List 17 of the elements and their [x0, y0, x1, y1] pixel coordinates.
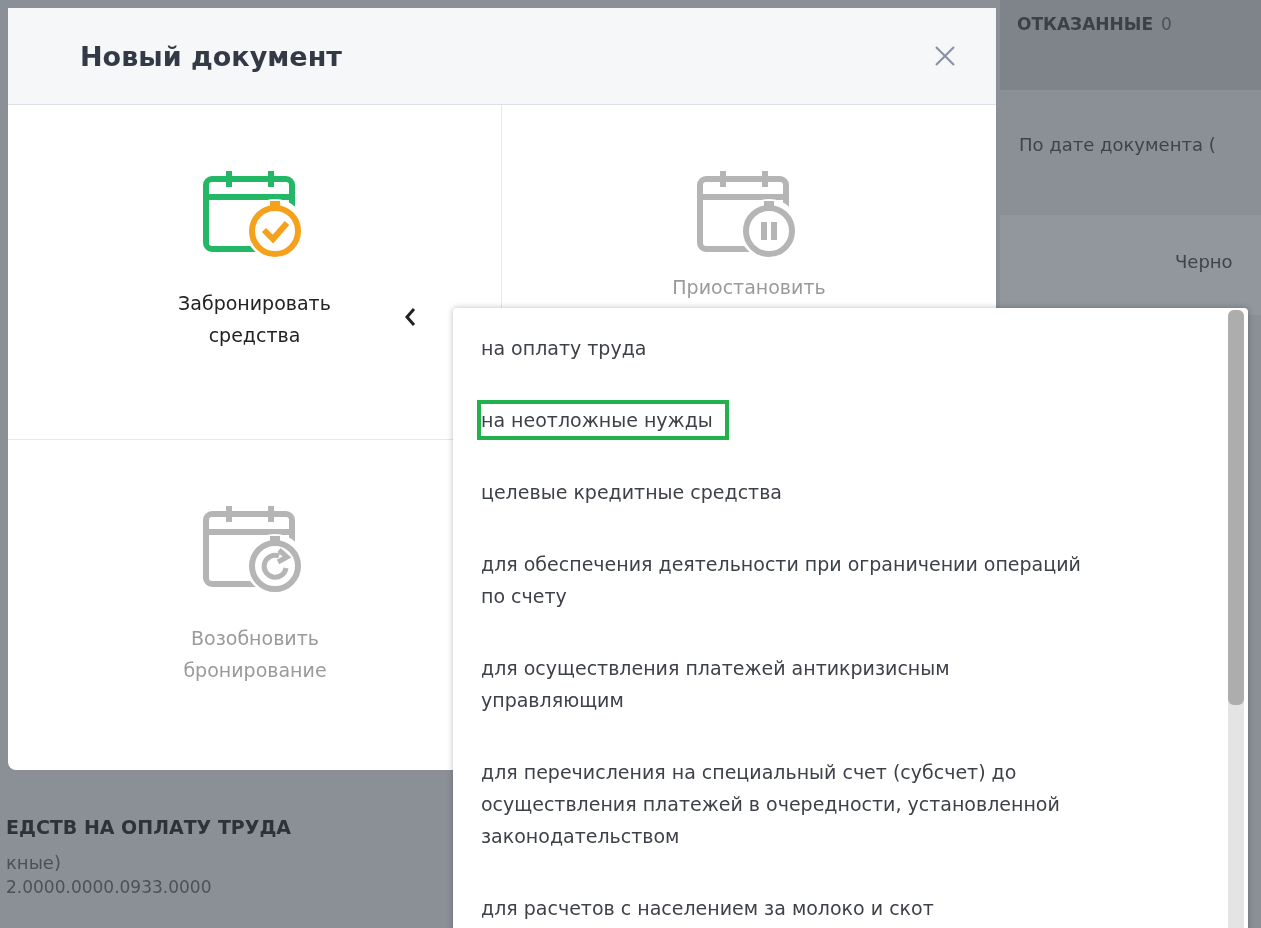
dropdown-option[interactable]: для осуществления платежей антикризисным управляющим — [477, 648, 1107, 720]
dropdown-option[interactable]: для перечисления на специальный счет (субсчет) до осуществления платежей в очередности, установленной законодательством — [477, 752, 1107, 856]
account-number: 2.0000.0000.0933.0000 — [6, 877, 213, 897]
dropdown-option[interactable]: на оплату труда — [477, 328, 663, 368]
section-subtitle: кные) — [6, 852, 62, 873]
close-icon[interactable] — [934, 45, 956, 67]
tile-label[interactable]: Забронировать средства — [144, 287, 365, 351]
chevron-left-icon[interactable] — [404, 307, 416, 327]
scrollbar-thumb[interactable] — [1228, 310, 1244, 705]
dropdown-option[interactable]: для обеспечения деятельности при ограничении операций по счету — [477, 544, 1107, 616]
row-text: Черно — [1175, 251, 1233, 272]
section-title: ЕДСТВ НА ОПЛАТУ ТРУДА — [6, 816, 293, 838]
dropdown-option[interactable]: целевые кредитные средства — [477, 472, 798, 512]
dialog-title: Новый документ — [80, 40, 342, 72]
dropdown-option[interactable]: на неотложные нужды — [477, 400, 729, 440]
dropdown-option[interactable]: для расчетов с населением за молоко и скот — [477, 888, 950, 928]
column-header-label: ОТКАЗАННЫЕ — [1017, 14, 1154, 34]
